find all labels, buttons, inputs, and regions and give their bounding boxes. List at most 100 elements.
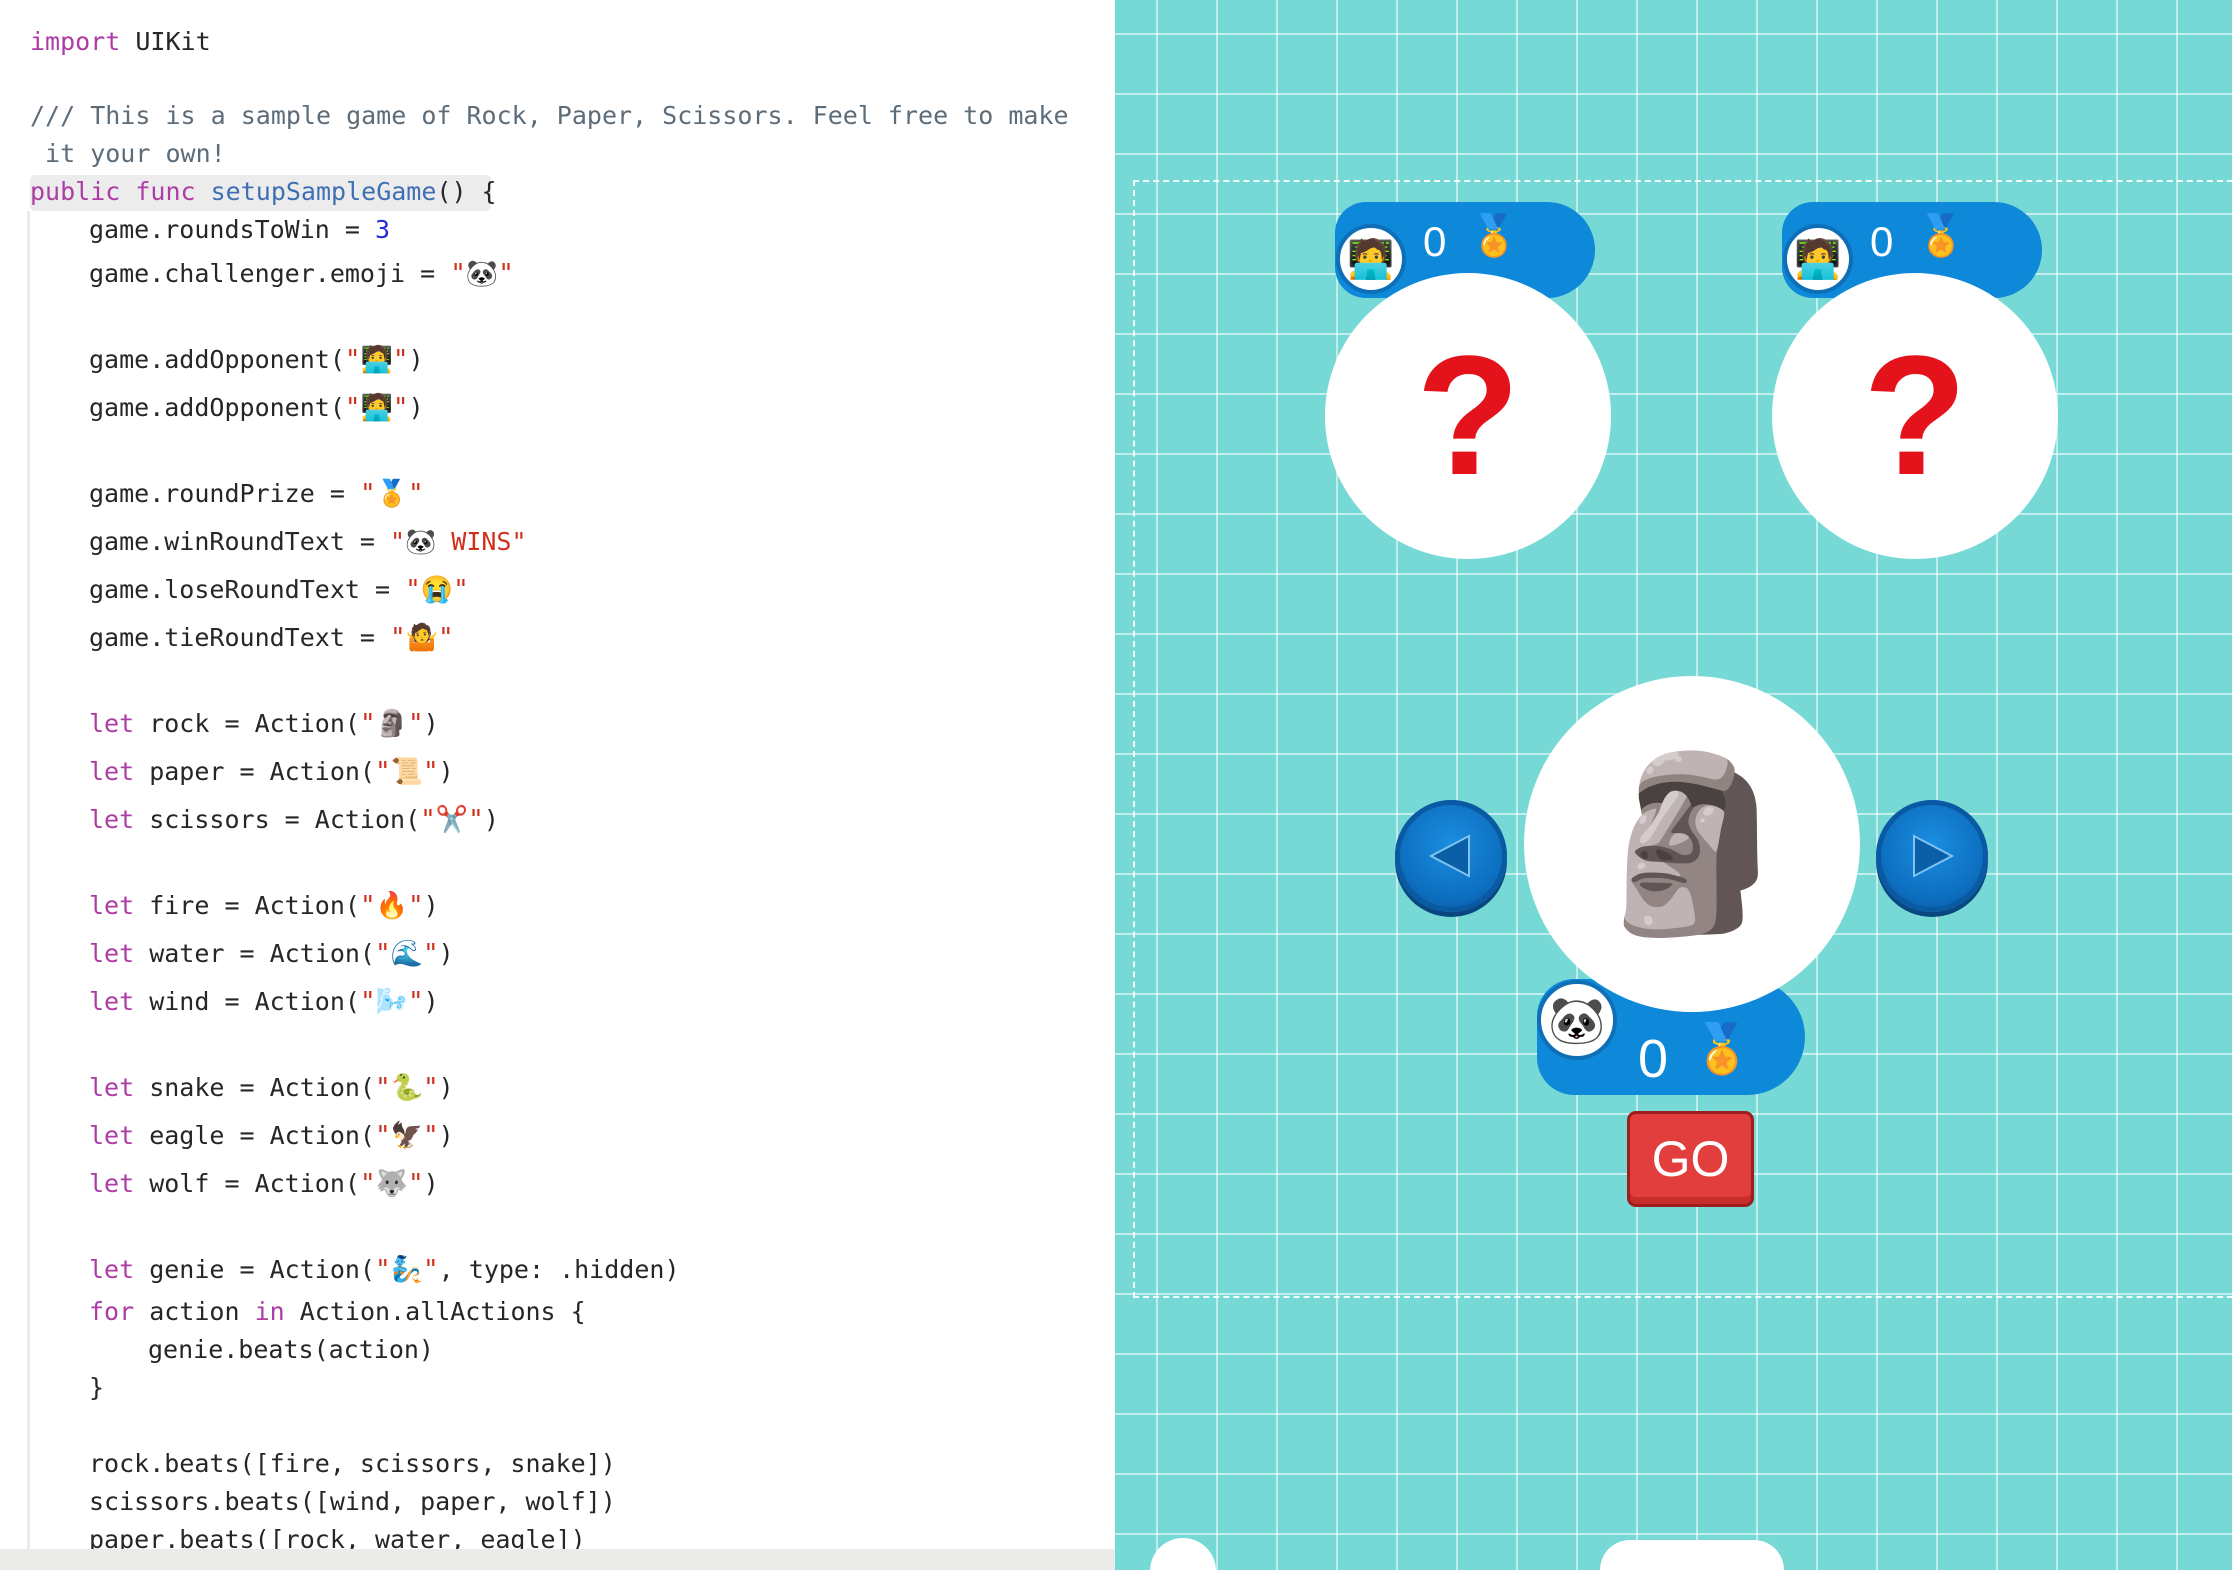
next-action-button[interactable]	[1876, 800, 1988, 912]
keyword: import	[30, 27, 121, 56]
code-text: )	[438, 1073, 454, 1102]
string-literal: "🐼 WINS"	[390, 527, 527, 556]
code-text: genie = Action(	[134, 1255, 375, 1284]
opponent-avatar: 🧑‍💻	[1336, 224, 1406, 294]
code-line[interactable]: game.challenger.emoji = "🐼"	[89, 257, 514, 291]
code-text: water = Action(	[134, 939, 375, 968]
code-line[interactable]: let scissors = Action("✂️")	[89, 803, 499, 837]
string-literal: "📜"	[374, 757, 439, 787]
keyword: let	[89, 757, 135, 786]
medal-icon: 🏅	[1692, 1021, 1752, 1077]
player-choice-circle[interactable]: 🗿	[1524, 676, 1860, 1012]
code-text: )	[408, 393, 424, 422]
keyword: let	[89, 1169, 135, 1198]
code-editor[interactable]: import UIKit /// This is a sample game o…	[0, 0, 1115, 1570]
string-literal: "😭"	[405, 575, 469, 605]
code-text: )	[423, 891, 439, 920]
opponent-avatar: 🧑‍💻	[1783, 224, 1853, 294]
question-mark-icon: ?	[1416, 321, 1520, 511]
code-line[interactable]: let snake = Action("🐍")	[89, 1071, 454, 1105]
code-line[interactable]: let wolf = Action("🐺")	[89, 1167, 439, 1201]
code-line[interactable]: let paper = Action("📜")	[89, 755, 454, 789]
keyword: let	[89, 987, 135, 1016]
code-text: eagle = Action(	[134, 1121, 375, 1150]
player-avatar-emoji: 🐼	[1548, 992, 1606, 1047]
code-text: game.roundPrize =	[89, 479, 360, 508]
code-text: paper = Action(	[134, 757, 375, 786]
opponent-choice-circle: ?	[1772, 273, 2058, 559]
string-literal: "🌬️"	[359, 987, 424, 1017]
code-text: )	[438, 939, 454, 968]
horizontal-scrollbar[interactable]	[0, 1549, 1115, 1570]
code-text: )	[408, 345, 424, 374]
code-text: action	[134, 1297, 255, 1326]
previous-action-button[interactable]	[1395, 800, 1507, 912]
code-text: )	[423, 1169, 439, 1198]
string-literal: "🐼"	[450, 259, 514, 289]
code-line[interactable]: let genie = Action("🧞", type: .hidden)	[89, 1253, 680, 1287]
code-text: scissors = Action(	[134, 805, 421, 834]
code-line[interactable]: for action in Action.allActions {	[89, 1295, 586, 1329]
go-button[interactable]: GO	[1627, 1111, 1754, 1207]
code-text: UIKit	[120, 27, 211, 56]
code-line[interactable]: game.tieRoundText = "🤷"	[89, 621, 454, 655]
code-text: )	[438, 757, 454, 786]
code-text: wolf = Action(	[134, 1169, 360, 1198]
code-line[interactable]: let fire = Action("🔥")	[89, 889, 439, 923]
code-line[interactable]: public func setupSampleGame() {	[30, 175, 497, 209]
string-literal: "🧑‍💻"	[344, 393, 409, 423]
string-literal: "🐺"	[359, 1169, 424, 1199]
medal-icon: 🏅	[1916, 213, 1966, 259]
doc-comment[interactable]: it your own!	[30, 137, 226, 171]
code-line[interactable]: let rock = Action("🗿")	[89, 707, 439, 741]
string-literal: "🐍"	[374, 1073, 439, 1103]
opponent-avatar-emoji: 🧑‍💻	[1794, 236, 1842, 281]
code-line[interactable]: game.loseRoundText = "😭"	[89, 573, 469, 607]
code-line[interactable]: game.addOpponent("🧑‍💻")	[89, 343, 424, 377]
code-line[interactable]: game.winRoundText = "🐼 WINS"	[89, 525, 527, 559]
doc-comment[interactable]: /// This is a sample game of Rock, Paper…	[30, 99, 1069, 133]
number-literal: 3	[374, 215, 391, 244]
code-line[interactable]: game.roundPrize = "🏅"	[89, 477, 424, 511]
string-literal: "🌊"	[374, 939, 439, 969]
keyword: public func	[30, 177, 196, 206]
keyword: in	[254, 1297, 285, 1326]
live-view[interactable]: 🧑‍💻 0 🏅 ? 🧑‍💻 0 🏅 ? 🗿 🐼 0 🏅 GO	[1115, 0, 2232, 1570]
code-line[interactable]: genie.beats(action)	[148, 1333, 434, 1367]
keyword: let	[89, 1121, 135, 1150]
code-text: Action.allActions {	[284, 1297, 586, 1326]
opponent-choice-circle: ?	[1325, 273, 1611, 559]
string-literal: "🏅"	[359, 479, 424, 509]
string-literal: "🗿"	[359, 709, 424, 739]
code-line[interactable]: game.roundsToWin = 3	[89, 213, 390, 247]
code-text: wind = Action(	[134, 987, 360, 1016]
code-line[interactable]: game.addOpponent("🧑‍💻")	[89, 391, 424, 425]
code-text: )	[483, 805, 499, 834]
string-literal: "🦅"	[374, 1121, 439, 1151]
code-text: )	[423, 987, 439, 1016]
keyword: let	[89, 939, 135, 968]
opponent-score: 0	[1423, 218, 1447, 265]
code-text: game.challenger.emoji =	[89, 259, 451, 288]
function-name: setupSampleGame	[195, 177, 437, 206]
keyword: let	[89, 1073, 135, 1102]
code-line[interactable]: scissors.beats([wind, paper, wolf])	[89, 1485, 616, 1519]
code-line[interactable]: let eagle = Action("🦅")	[89, 1119, 454, 1153]
code-line[interactable]: let water = Action("🌊")	[89, 937, 454, 971]
code-text: fire = Action(	[134, 891, 360, 920]
code-line[interactable]: import UIKit	[30, 25, 211, 59]
question-mark-icon: ?	[1863, 321, 1967, 511]
code-line[interactable]: rock.beats([fire, scissors, snake])	[89, 1447, 616, 1481]
opponent-score: 0	[1870, 218, 1894, 265]
medal-icon: 🏅	[1469, 213, 1519, 259]
code-text: , type: .hidden)	[438, 1255, 680, 1284]
code-line[interactable]: }	[89, 1371, 104, 1405]
stop-button[interactable]	[1600, 1540, 1784, 1570]
code-text: game.winRoundText =	[89, 527, 391, 556]
code-line[interactable]: let wind = Action("🌬️")	[89, 985, 439, 1019]
timer-button[interactable]	[1150, 1538, 1216, 1570]
keyword: let	[89, 709, 135, 738]
go-button-label: GO	[1651, 1131, 1730, 1187]
keyword: let	[89, 805, 135, 834]
code-text: () {	[436, 177, 497, 206]
